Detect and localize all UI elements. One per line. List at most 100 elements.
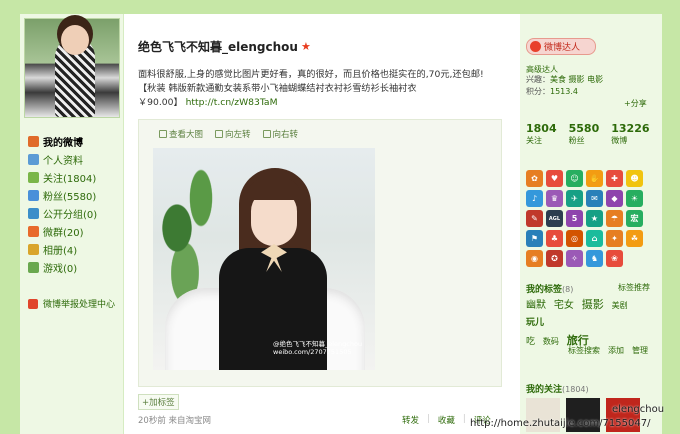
sidebar-item-label: 粉丝(5580) bbox=[43, 191, 97, 203]
report-icon bbox=[28, 298, 38, 309]
medal-icon[interactable]: AGL bbox=[546, 210, 563, 227]
game-icon bbox=[28, 261, 39, 273]
tags-header: 我的标签(8) bbox=[526, 285, 574, 295]
weibo-expert-badge[interactable]: 微博达人 bbox=[526, 38, 596, 55]
post-meta: 20秒前 来自淘宝网 bbox=[138, 416, 212, 426]
score-value: 1513.4 bbox=[550, 87, 578, 96]
avatar-head bbox=[61, 25, 89, 55]
medal-icon[interactable]: ✈ bbox=[566, 190, 583, 207]
star-icon: ★ bbox=[300, 40, 311, 53]
medal-icon[interactable]: ♛ bbox=[546, 190, 563, 207]
report-center-link[interactable]: 微博举报处理中心 bbox=[28, 297, 115, 310]
follow-icon bbox=[28, 171, 39, 183]
sidebar-item-fans[interactable]: 粉丝(5580) bbox=[28, 186, 97, 204]
avatar[interactable] bbox=[24, 18, 120, 118]
medal-icon[interactable]: ☘ bbox=[626, 230, 643, 247]
tag-item[interactable]: 吃 bbox=[526, 337, 535, 347]
post-photo[interactable]: @绝色飞飞不知暮_elengchou weibo.com/2707751505 bbox=[153, 148, 375, 370]
count-fans[interactable]: 5580 粉丝 bbox=[569, 122, 600, 146]
sidebar-item-follow[interactable]: 关注(1804) bbox=[28, 168, 97, 186]
medal-icon[interactable]: ★ bbox=[586, 210, 603, 227]
medal-icon[interactable]: ✚ bbox=[606, 170, 623, 187]
medal-icon[interactable]: ♞ bbox=[586, 250, 603, 267]
home-icon bbox=[28, 135, 39, 147]
medal-icon[interactable]: ◆ bbox=[606, 190, 623, 207]
overlay-url: http://home.zhutaijie.com/7155047/ bbox=[470, 418, 651, 429]
medal-icon[interactable]: ✋ bbox=[586, 170, 603, 187]
repost-button[interactable]: 转发 bbox=[402, 414, 419, 426]
interest-links[interactable]: 美食 摄影 电影 bbox=[550, 75, 603, 84]
interests: 兴趣：美食 摄影 电影 bbox=[526, 75, 604, 84]
post-author[interactable]: 绝色飞飞不知暮_elengchou ★ bbox=[138, 38, 311, 55]
tag-manage-link[interactable]: 管理 bbox=[632, 345, 648, 356]
medal-icon[interactable]: ☺ bbox=[566, 170, 583, 187]
medal-icon[interactable]: ✦ bbox=[606, 230, 623, 247]
favorite-button[interactable]: 收藏 bbox=[438, 414, 455, 426]
profile-counts: 1804 关注 5580 粉丝 13226 微博 bbox=[526, 122, 650, 146]
rotate-left-button[interactable]: 向左转 bbox=[215, 128, 251, 140]
post-price: ￥90.00】 bbox=[138, 97, 183, 108]
medal-icon[interactable]: ☀ bbox=[626, 190, 643, 207]
sidebar-item-groups[interactable]: 公开分组(0) bbox=[28, 204, 97, 222]
tag-item[interactable]: 数码 bbox=[543, 337, 559, 346]
tag-item[interactable]: 玩儿 bbox=[526, 318, 544, 328]
medal-icon[interactable]: ⚑ bbox=[526, 230, 543, 247]
sidebar-item-label: 公开分组(0) bbox=[43, 209, 98, 221]
sidebar-item-my-weibo[interactable]: 我的微博 bbox=[28, 132, 97, 150]
medal-icon[interactable]: ✧ bbox=[566, 250, 583, 267]
sidebar-item-profile[interactable]: 个人资料 bbox=[28, 150, 97, 168]
tag-recommend-link[interactable]: 标签推荐 bbox=[618, 282, 650, 293]
picture-box: 查看大图 向左转 向右转 @绝色飞飞不知暮_elengchou weibo.com… bbox=[138, 119, 502, 387]
medal-icon[interactable]: ☂ bbox=[606, 210, 623, 227]
medal-icon[interactable]: ✿ bbox=[526, 170, 543, 187]
share-button[interactable]: +分享 bbox=[624, 98, 647, 109]
picture-tools: 查看大图 向左转 向右转 bbox=[159, 128, 298, 140]
post-link[interactable]: http://t.cn/zW83TaM bbox=[186, 97, 278, 108]
score: 积分：1513.4 bbox=[526, 87, 578, 96]
medal-icon[interactable]: 宏 bbox=[626, 210, 643, 227]
medal-icon[interactable]: ❀ bbox=[606, 250, 623, 267]
medal-icon[interactable]: ♥ bbox=[546, 170, 563, 187]
medal-icon[interactable]: ♪ bbox=[526, 190, 543, 207]
sidebar-item-games[interactable]: 游戏(0) bbox=[28, 258, 97, 276]
tag-actions: 标签搜索 添加 管理 bbox=[568, 345, 648, 356]
tag-item[interactable]: 美剧 bbox=[612, 301, 628, 310]
post-text-line1: 面料很舒服,上身的感觉比图片更好看，真的很好，而且价格也挺实在的,70元,还包邮… bbox=[138, 69, 484, 80]
separator: | bbox=[462, 414, 466, 424]
rotate-right-button[interactable]: 向右转 bbox=[262, 128, 298, 140]
tag-item[interactable]: 宅女 bbox=[554, 300, 574, 311]
add-tag-button[interactable]: +加标签 bbox=[138, 394, 179, 410]
medal-icon[interactable]: ✉ bbox=[586, 190, 603, 207]
medal-icon[interactable]: ◎ bbox=[566, 230, 583, 247]
tag-item[interactable]: 摄影 bbox=[582, 298, 604, 311]
main-feed: 绝色飞飞不知暮_elengchou ★ 面料很舒服,上身的感觉比图片更好看，真的很… bbox=[132, 14, 520, 434]
medal-icon[interactable]: ◉ bbox=[526, 250, 543, 267]
weiqun-icon bbox=[28, 225, 39, 237]
following-header[interactable]: 我的关注(1804) bbox=[526, 382, 589, 395]
medal-icon[interactable]: ✪ bbox=[546, 250, 563, 267]
report-label: 微博举报处理中心 bbox=[43, 300, 116, 310]
medal-icon[interactable]: ✎ bbox=[526, 210, 543, 227]
medal-icon[interactable]: ⌂ bbox=[586, 230, 603, 247]
medal-icon[interactable]: 5 bbox=[566, 210, 583, 227]
zoom-icon bbox=[159, 130, 167, 138]
post-text-line2: 【秋装 韩版新款通勤女装系带小飞袖蝴蝶结衬衣衬衫雪纺衫长袖衬衣 bbox=[138, 83, 417, 94]
right-sidebar: 微博达人 高级达人 兴趣：美食 摄影 电影 积分：1513.4 +分享 1804… bbox=[520, 14, 662, 434]
tag-search-link[interactable]: 标签搜索 bbox=[568, 345, 600, 356]
medal-icon[interactable]: ☻ bbox=[626, 170, 643, 187]
sidebar-item-label: 微群(20) bbox=[43, 227, 84, 239]
medal-grid: ✿ ♥ ☺ ✋ ✚ ☻ ♪ ♛ ✈ ✉ ◆ ☀ ✎ AGL 5 ★ ☂ 宏 ⚑ ♣ ◎ ⌂ ✦ ☘ ◉ ✪ ✧ ♞ ❀ bbox=[526, 170, 643, 267]
sidebar-item-album[interactable]: 相册(4) bbox=[28, 240, 97, 258]
photo-fringe bbox=[247, 178, 301, 200]
view-large-button[interactable]: 查看大图 bbox=[159, 128, 203, 140]
count-weibo[interactable]: 13226 微博 bbox=[611, 122, 649, 146]
rotate-right-icon bbox=[262, 130, 271, 138]
tag-add-link[interactable]: 添加 bbox=[608, 345, 624, 356]
medal-icon[interactable]: ♣ bbox=[546, 230, 563, 247]
sidebar-item-weiqun[interactable]: 微群(20) bbox=[28, 222, 97, 240]
fans-icon bbox=[28, 189, 39, 201]
separator: | bbox=[427, 414, 430, 424]
count-follow[interactable]: 1804 关注 bbox=[526, 122, 557, 146]
tag-item[interactable]: 幽默 bbox=[526, 300, 546, 311]
sidebar-nav: 我的微博 个人资料 关注(1804) 粉丝(5580) 公开分组(0) 微群(2… bbox=[28, 132, 97, 276]
